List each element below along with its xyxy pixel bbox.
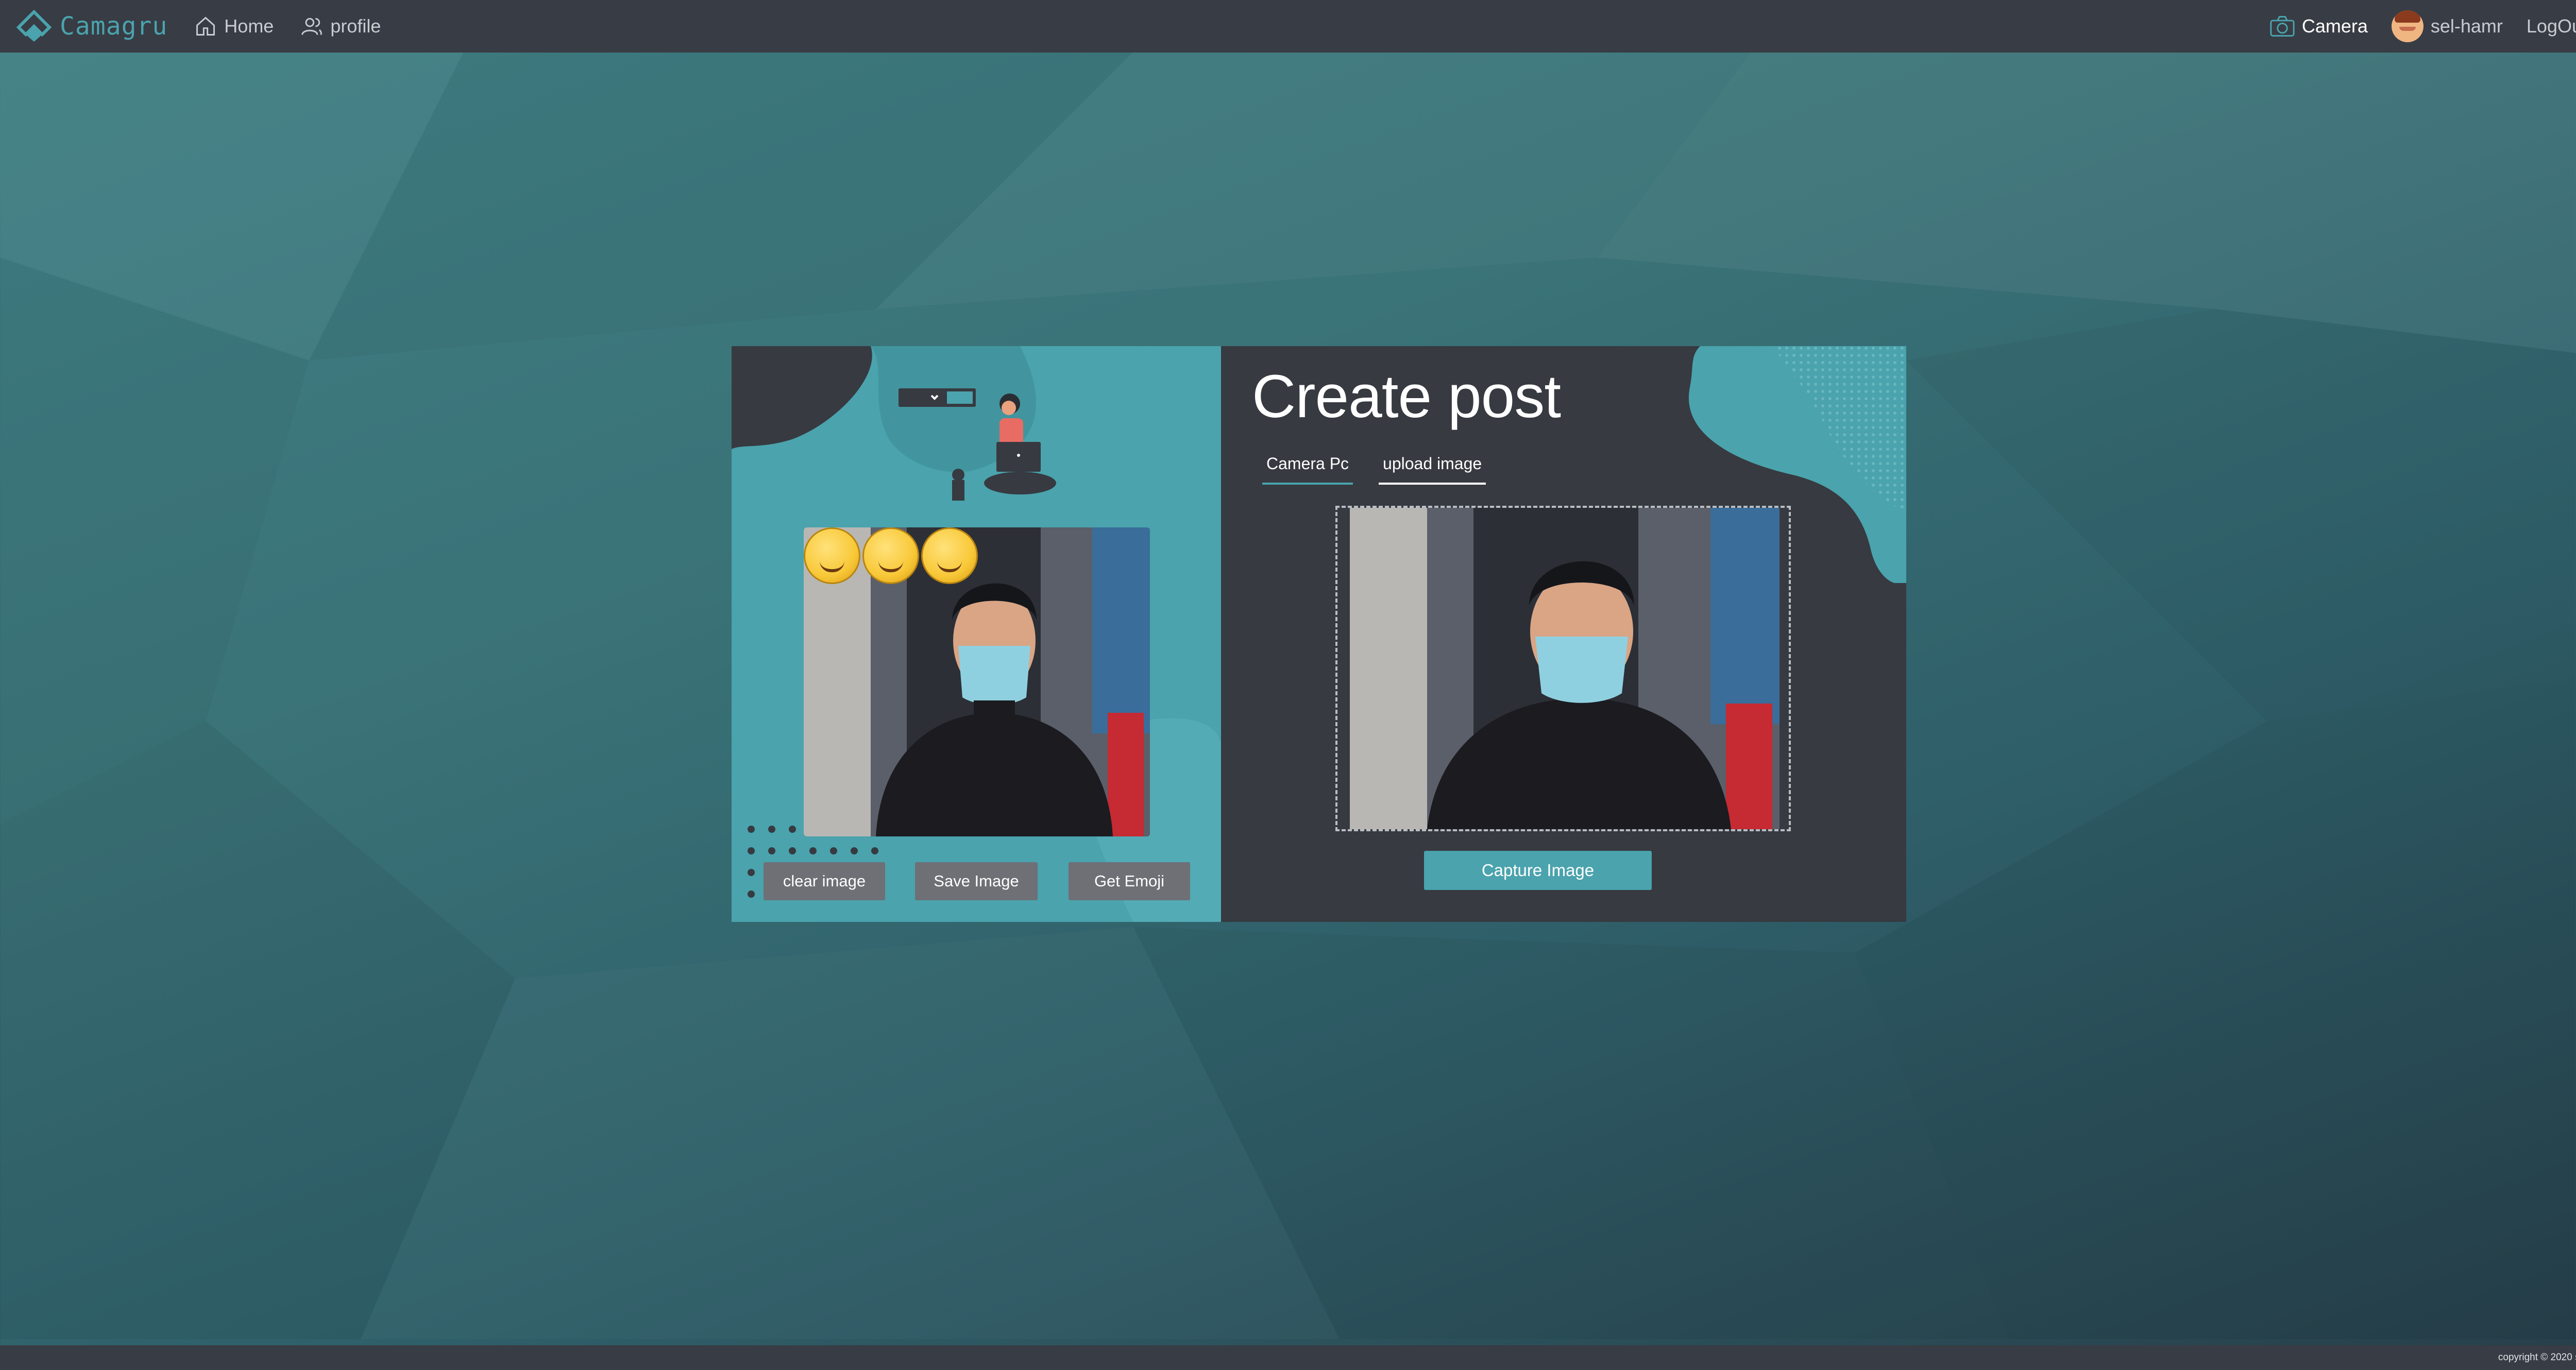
avatar: [2391, 10, 2424, 42]
nav-home-link[interactable]: Home: [194, 15, 274, 38]
nav-profile-link[interactable]: profile: [300, 15, 381, 38]
live-camera-feed: [1350, 508, 1780, 829]
camera-icon: [2270, 16, 2295, 37]
preview-panel: clear image Save Image Get Emoji: [732, 346, 1221, 922]
brand-name: Camagru: [60, 12, 168, 41]
source-tabs: Camera Pc upload image: [1262, 454, 1486, 485]
camera-feed-image: [1350, 508, 1780, 829]
eyepatch-emoji-sticker[interactable]: [804, 527, 860, 584]
get-emoji-button[interactable]: Get Emoji: [1069, 862, 1190, 900]
nav-username: sel-hamr: [2430, 15, 2503, 37]
sticker-row: [804, 527, 978, 584]
nav-camera-label: Camera: [2301, 15, 2368, 37]
clear-image-button[interactable]: clear image: [764, 862, 885, 900]
tab-camera-pc[interactable]: Camera Pc: [1262, 454, 1353, 485]
camagru-logo-icon: [16, 10, 52, 42]
users-icon: [301, 18, 323, 35]
create-post-panel: Create post Camera Pc upload image Captu…: [1221, 346, 1906, 922]
capture-image-button[interactable]: Capture Image: [1424, 851, 1652, 890]
save-image-button[interactable]: Save Image: [915, 862, 1038, 900]
logout-label: LogOut: [2526, 15, 2576, 37]
nav-home-label: Home: [224, 15, 274, 37]
nav-camera-link[interactable]: Camera: [2270, 15, 2368, 38]
dizzy-emoji-sticker[interactable]: [862, 527, 919, 584]
copyright-text: copyright © 2020 sel-hamr: [2498, 1352, 2576, 1363]
capture-dropzone[interactable]: [1335, 506, 1791, 831]
page-title: Create post: [1252, 363, 1561, 431]
create-post-card: clear image Save Image Get Emoji Create …: [732, 346, 1906, 922]
money-mouth-emoji-sticker[interactable]: [921, 527, 978, 584]
webcam-preview: [804, 527, 1150, 836]
brand-logo[interactable]: Camagru: [15, 10, 167, 43]
nav-user-link[interactable]: sel-hamr: [2391, 10, 2503, 42]
tab-upload-image[interactable]: upload image: [1379, 454, 1486, 485]
top-navbar: Camagru Home profile Camera sel-hamr Log…: [0, 0, 2576, 53]
person-laptop-illustration: [899, 388, 1056, 501]
nav-profile-label: profile: [330, 15, 381, 37]
logout-link[interactable]: LogOut: [2527, 14, 2576, 39]
home-icon: [196, 16, 215, 36]
footer: copyright © 2020 sel-hamr: [0, 1345, 2576, 1370]
